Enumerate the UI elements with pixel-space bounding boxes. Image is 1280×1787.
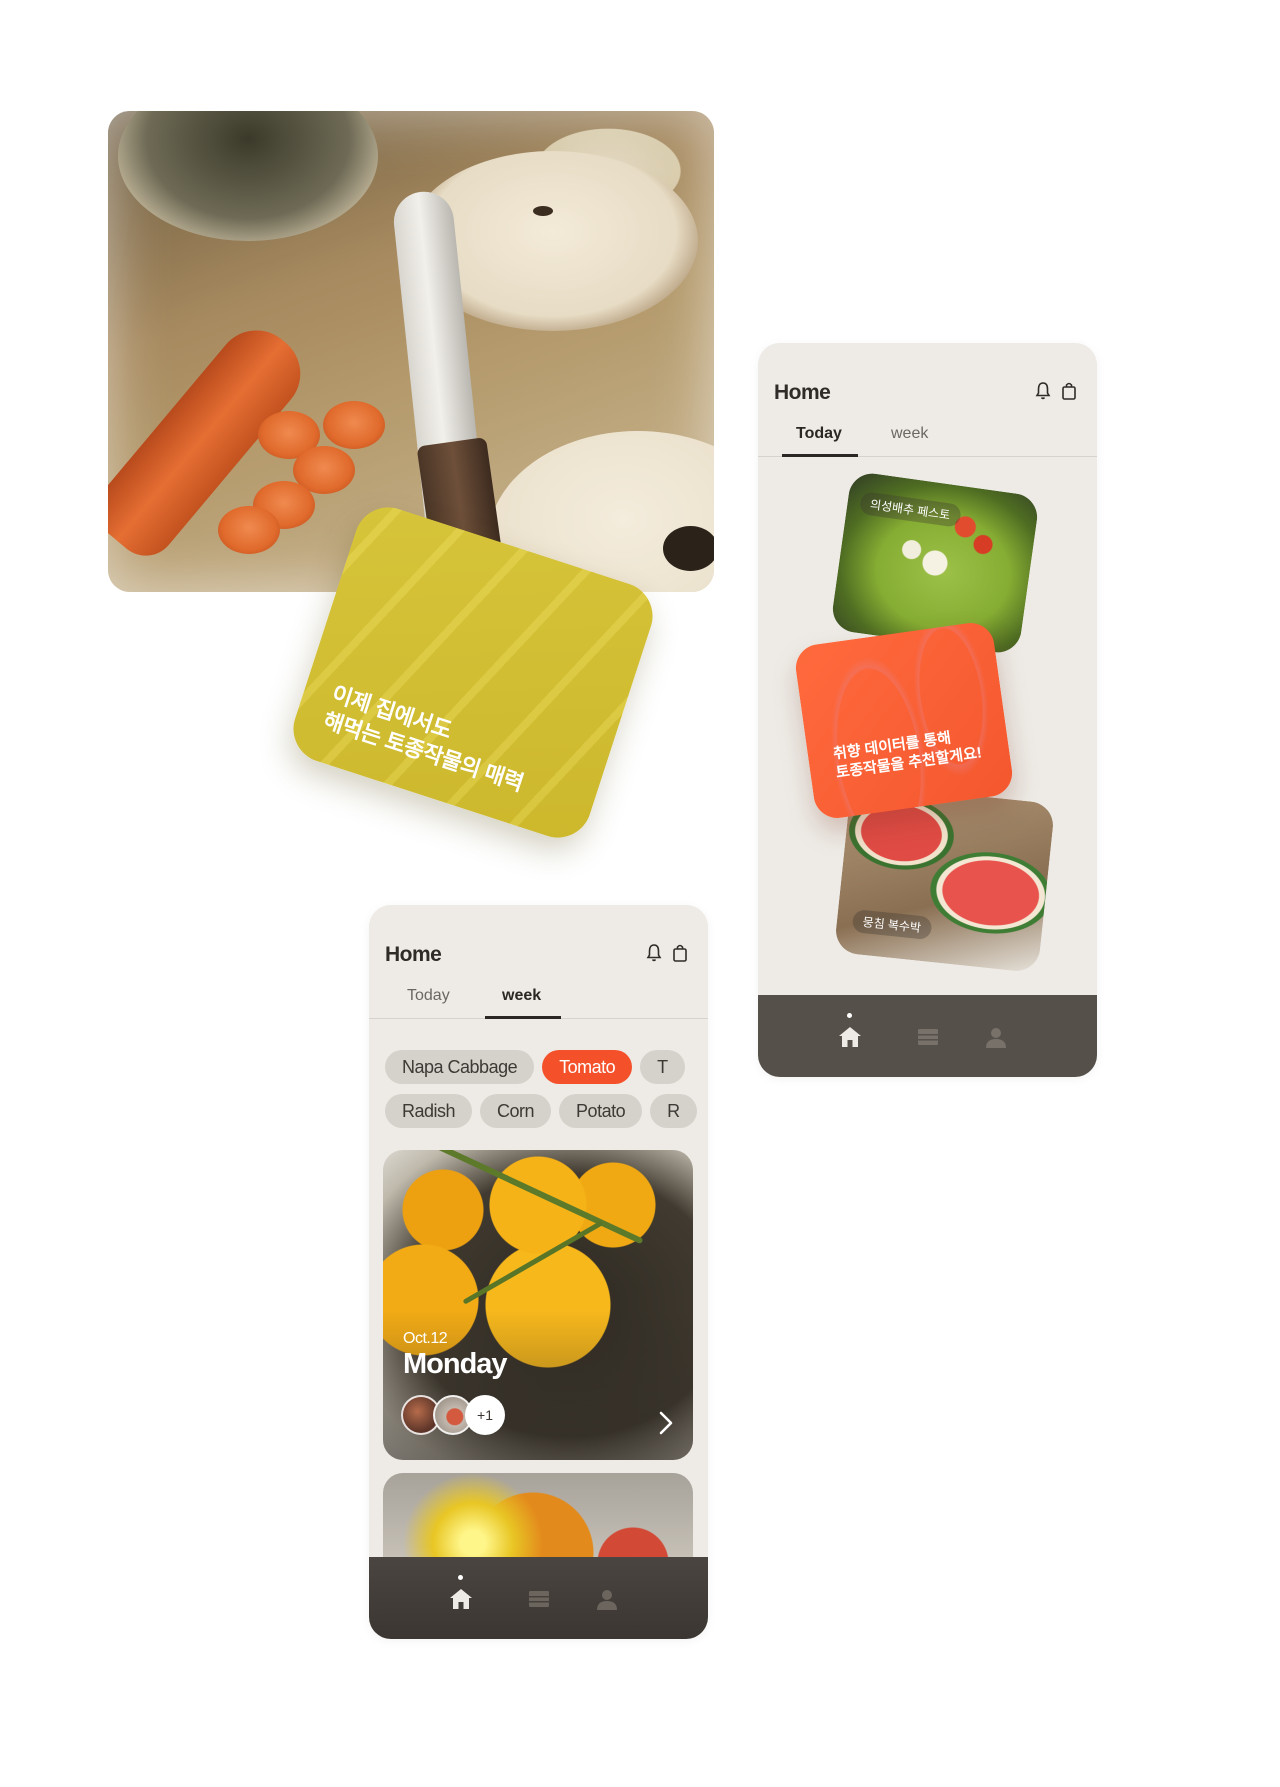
tab-active-indicator [485,1016,561,1019]
chevron-right-icon[interactable] [657,1410,675,1436]
user-icon[interactable] [594,1587,620,1611]
avatar-more-count: +1 [465,1395,505,1435]
bell-icon[interactable] [1035,381,1051,401]
phone-week-screen: Home Today week Napa Cabbage Tomato T Ra… [369,905,708,1639]
tomato-stem-shape [462,1220,604,1305]
home-icon[interactable] [837,1025,863,1049]
bottom-nav [758,995,1097,1077]
header-actions [1035,381,1077,401]
tab-bar: Today week [369,983,708,1019]
card-date: Oct.12 [403,1330,448,1347]
page-title: Home [385,943,442,966]
card-day: Monday [403,1348,508,1380]
chip-corn[interactable]: Corn [480,1094,552,1128]
bowl-shape [118,111,378,241]
tab-active-indicator [782,454,858,457]
list-icon[interactable] [526,1587,552,1611]
tomato-stem-shape [432,1150,644,1245]
phone-today-screen: Home Today week 의성배추 페스토 뭉침 복수박 취향 데이터를 … [758,343,1097,1077]
bottom-nav [369,1557,708,1639]
tab-today[interactable]: Today [407,987,450,1005]
chip-radish[interactable]: Radish [385,1094,473,1128]
chip-row: Napa Cabbage Tomato T [385,1050,685,1084]
bell-icon[interactable] [646,943,662,963]
chip-truncated[interactable]: R [650,1094,697,1128]
crop-filter-chips: Napa Cabbage Tomato T Radish Corn Potato… [385,1050,708,1140]
header-actions [646,943,688,963]
tab-today[interactable]: Today [796,425,842,443]
chip-potato[interactable]: Potato [559,1094,643,1128]
chip-napa-cabbage[interactable]: Napa Cabbage [385,1050,535,1084]
shopping-bag-icon[interactable] [672,943,688,963]
chip-row: Radish Corn Potato R [385,1094,697,1128]
user-icon[interactable] [983,1025,1009,1049]
carrot-slice [323,401,385,449]
page-title: Home [774,381,831,404]
home-icon[interactable] [448,1587,474,1611]
list-icon[interactable] [915,1025,941,1049]
chip-truncated[interactable]: T [640,1050,685,1084]
tab-bar: Today week [758,421,1097,457]
participant-avatars[interactable]: +1 [401,1395,505,1435]
shopping-bag-icon[interactable] [1061,381,1077,401]
carrot-slice [218,506,280,554]
tab-week[interactable]: week [891,425,928,443]
weekly-feature-card[interactable]: Oct.12 Monday +1 [383,1150,693,1460]
active-indicator-dot [458,1575,463,1580]
active-indicator-dot [847,1013,852,1018]
tab-week[interactable]: week [502,987,541,1005]
chip-tomato[interactable]: Tomato [542,1050,633,1084]
recommend-main-card[interactable] [792,619,1016,822]
